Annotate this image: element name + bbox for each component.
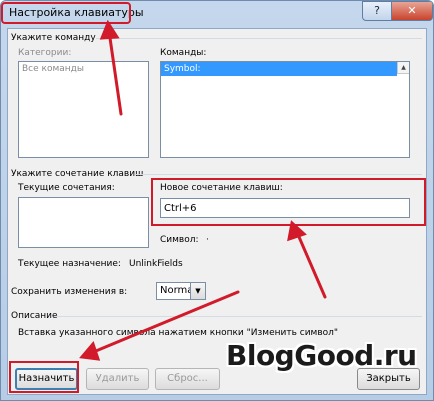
description-group-label: Описание bbox=[11, 311, 58, 321]
assign-highlight-box bbox=[9, 361, 79, 393]
current-assignment-value: UnlinkFields bbox=[129, 259, 183, 269]
title-highlight-box bbox=[1, 2, 131, 24]
close-window-button[interactable]: ✕ bbox=[391, 1, 433, 21]
save-changes-label: Сохранить изменения в: bbox=[11, 287, 128, 297]
categories-label: Категории: bbox=[18, 48, 72, 58]
symbol-value: · bbox=[206, 235, 209, 245]
commands-list-item[interactable]: Symbol: bbox=[161, 62, 397, 76]
commands-group-label: Укажите команду bbox=[11, 33, 96, 43]
scroll-up-arrow-icon[interactable]: ▲ bbox=[397, 62, 409, 74]
save-changes-select[interactable]: Normal ▼ bbox=[156, 282, 206, 300]
remove-button[interactable]: Удалить bbox=[86, 368, 149, 390]
group-divider bbox=[96, 38, 422, 39]
description-text: Вставка указанного символа нажатием кноп… bbox=[18, 328, 339, 338]
categories-list-item[interactable]: Все команды bbox=[19, 62, 148, 76]
current-keys-label: Текущие сочетания: bbox=[18, 183, 115, 193]
group-divider bbox=[54, 316, 422, 317]
commands-label: Команды: bbox=[160, 48, 207, 58]
help-button[interactable]: ? bbox=[362, 1, 392, 21]
current-keys-listbox[interactable] bbox=[18, 197, 149, 248]
commands-listbox[interactable]: Symbol: ▲ bbox=[160, 61, 410, 158]
watermark: BlogGood.ru bbox=[226, 339, 417, 372]
shortcut-group-label: Укажите сочетание клавиш bbox=[11, 169, 144, 179]
reset-button[interactable]: Сброс... bbox=[155, 368, 220, 390]
categories-listbox[interactable]: Все команды bbox=[18, 61, 149, 158]
group-divider bbox=[136, 174, 422, 175]
symbol-label: Символ: bbox=[160, 235, 199, 245]
current-assignment-label: Текущее назначение: bbox=[18, 259, 121, 269]
chevron-down-icon[interactable]: ▼ bbox=[190, 283, 205, 299]
keyboard-settings-dialog: Настройка клавиатуры ? ✕ Укажите команду… bbox=[0, 0, 434, 401]
shortcut-highlight-box bbox=[151, 178, 426, 226]
